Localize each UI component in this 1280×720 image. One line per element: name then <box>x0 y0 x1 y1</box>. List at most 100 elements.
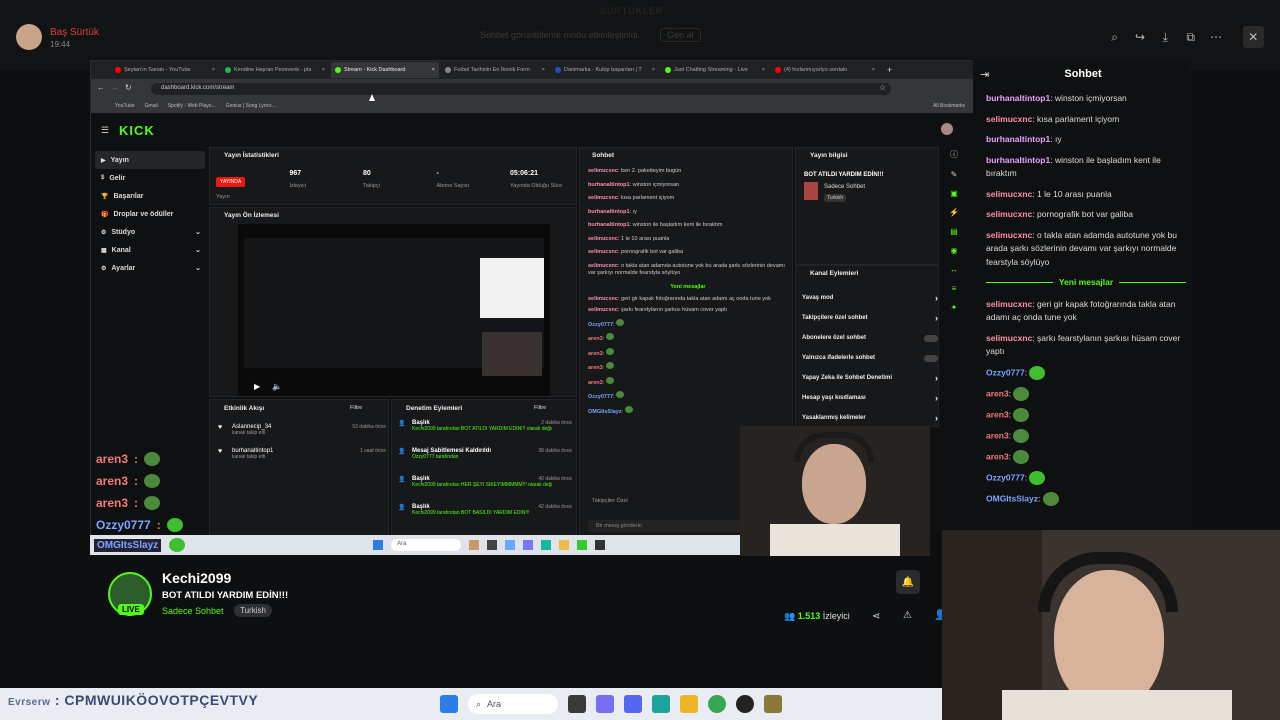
discord-icon[interactable] <box>624 695 642 713</box>
chat-username[interactable]: aren3 <box>588 365 603 371</box>
zoom-icon[interactable]: ⌕ <box>1104 26 1125 48</box>
stream-category[interactable]: Sadece Sohbet <box>162 606 224 616</box>
mini-app-icon[interactable] <box>559 540 570 550</box>
url-input[interactable]: dashboard.kick.com/stream <box>151 83 891 95</box>
chat-username[interactable]: burhanaltintop1 <box>986 155 1050 165</box>
tab-close-icon[interactable]: × <box>212 67 215 73</box>
chat-username[interactable]: selimucxnc <box>986 333 1032 343</box>
chat-username[interactable]: aren3 <box>986 430 1009 440</box>
tab-close-icon[interactable]: × <box>542 67 545 73</box>
profile-avatar[interactable] <box>941 123 953 135</box>
channel-action-item[interactable]: Abonelere özel sohbet <box>802 328 938 348</box>
download-icon[interactable]: ⤓ <box>1155 26 1176 48</box>
chat-username[interactable]: burhanaltintop1 <box>588 222 630 228</box>
nav-item[interactable]: 🏆 Başarılar <box>95 187 205 205</box>
share-icon[interactable]: ↪ <box>1129 26 1150 48</box>
open-external-icon[interactable]: ⧉ <box>1180 26 1201 48</box>
mini-app-icon[interactable] <box>469 540 480 550</box>
chat-username[interactable]: OMGItsSlayz <box>986 493 1038 503</box>
share-stream-icon[interactable]: ⋖ <box>872 611 880 622</box>
nav-item[interactable]: ⚙ Stüdyo ⌄ <box>95 223 205 241</box>
stream-preview-video[interactable]: ▶ 🔈 <box>238 224 550 396</box>
close-icon[interactable]: ✕ <box>1242 26 1264 48</box>
chat-username[interactable]: aren3 <box>986 409 1009 419</box>
tab-close-icon[interactable]: × <box>322 67 325 73</box>
tab-close-icon[interactable]: × <box>762 67 765 73</box>
chat-username[interactable]: aren3 <box>588 351 603 357</box>
toggle-switch[interactable] <box>924 354 938 362</box>
chat-username[interactable]: burhanaltintop1 <box>588 182 630 188</box>
wrench-icon[interactable]: ✦ <box>951 303 958 312</box>
chat-username[interactable]: selimucxnc <box>588 195 618 201</box>
task-view-icon[interactable] <box>568 695 586 713</box>
chat-username[interactable]: aren3 <box>986 451 1009 461</box>
chat-username[interactable]: selimucxnc <box>588 249 618 255</box>
mini-search-box[interactable]: Ara <box>391 539 462 551</box>
play-icon[interactable]: ▶ <box>254 382 260 391</box>
kick-logo[interactable]: KICK <box>119 123 155 138</box>
bookmark-item[interactable]: YouTube <box>115 103 135 109</box>
browser-tab[interactable]: Kendine Hayran Pezevenk - pla × <box>221 62 329 78</box>
resize-icon[interactable]: ↔ <box>950 265 958 274</box>
tab-close-icon[interactable]: × <box>872 67 875 73</box>
stream-language-tag[interactable]: Turkish <box>234 604 272 617</box>
mini-app-icon[interactable] <box>487 540 498 550</box>
browser-tab[interactable]: Şeytan'ın Sanatı - YouTube × <box>111 62 219 78</box>
browser-tab[interactable]: Danimarka - Kulüp başarıları | T × <box>551 62 659 78</box>
chat-bubble-icon[interactable]: ◉ <box>951 246 958 255</box>
report-icon[interactable]: ⚠ <box>903 610 912 621</box>
browser-tab[interactable]: Futbol Tarihinin En İkonik Form × <box>441 62 549 78</box>
chat-username[interactable]: selimucxnc <box>986 189 1032 199</box>
chat-username[interactable]: aren3 <box>588 380 603 386</box>
chrome-icon[interactable] <box>708 695 726 713</box>
sender-name[interactable]: Baş Sürtük <box>50 27 99 38</box>
browser-tab[interactable]: (4) hızlanmıyorlyo sordakı × <box>771 62 879 78</box>
info-icon[interactable]: ⓘ <box>950 149 958 160</box>
more-icon[interactable]: ⋯ <box>1205 26 1226 48</box>
nav-item[interactable]: ▶ Yayın <box>95 151 205 169</box>
bookmark-star-icon[interactable]: ☆ <box>879 83 886 92</box>
tab-close-icon[interactable]: × <box>652 67 655 73</box>
volume-icon[interactable]: 🔈 <box>272 382 282 391</box>
edit-icon[interactable]: ✎ <box>951 170 958 179</box>
channel-action-item[interactable]: Takipçilere özel sohbet › <box>802 308 938 328</box>
chat-username[interactable]: Ozzy0777 <box>588 394 613 400</box>
chat-username[interactable]: aren3 <box>986 388 1009 398</box>
mini-app-icon[interactable] <box>577 540 588 550</box>
channel-action-item[interactable]: Hesap yaşı kısıtlaması › <box>802 388 938 408</box>
chat-username[interactable]: selimucxnc <box>986 209 1032 219</box>
back-icon[interactable]: ← <box>97 83 105 92</box>
obs-icon[interactable] <box>736 695 754 713</box>
chat-username[interactable]: selimucxnc <box>588 263 618 269</box>
hamburger-icon[interactable]: ☰ <box>101 125 109 136</box>
chat-username[interactable]: selimucxnc <box>588 296 618 302</box>
edge-icon[interactable] <box>652 695 670 713</box>
nav-item[interactable]: ▦ Kanal ⌄ <box>95 241 205 259</box>
taskbar-search[interactable]: ⌕ Ara <box>468 694 558 714</box>
chat-username[interactable]: selimucxnc <box>588 307 618 313</box>
nav-item[interactable]: $ Gelir <box>95 169 205 187</box>
list-icon[interactable]: ≡ <box>952 284 957 293</box>
nav-item[interactable]: ⚙ Ayarlar ⌄ <box>95 259 205 277</box>
channel-action-item[interactable]: Yasaklanmış kelimeler › <box>802 408 938 428</box>
new-tab-icon[interactable]: + <box>887 65 892 75</box>
doc-icon[interactable]: ▤ <box>950 227 958 236</box>
toggle-switch[interactable] <box>924 334 938 342</box>
chat-username[interactable]: selimucxnc <box>588 168 618 174</box>
mini-app-icon[interactable] <box>595 540 606 550</box>
copilot-icon[interactable] <box>596 695 614 713</box>
bookmark-item[interactable]: Genius | Song Lyrics... <box>226 103 276 109</box>
all-bookmarks[interactable]: All Bookmarks <box>933 103 973 109</box>
chat-username[interactable]: OMGItsSlayz <box>588 409 622 415</box>
activity-filter-button[interactable]: Filtre <box>350 405 362 411</box>
mini-app-icon[interactable] <box>505 540 516 550</box>
nav-item[interactable]: 🎁 Droplar ve ödüller <box>95 205 205 223</box>
notification-bell-button[interactable]: 🔔 <box>896 570 920 594</box>
chat-username[interactable]: Ozzy0777 <box>986 367 1025 377</box>
mini-app-icon[interactable] <box>523 540 534 550</box>
notice-undo-button[interactable]: Geri al <box>660 28 701 42</box>
chat-username[interactable]: Ozzy0777 <box>588 322 613 328</box>
tab-close-icon[interactable]: × <box>432 67 435 73</box>
chat-username[interactable]: burhanaltintop1 <box>986 134 1050 144</box>
chat-username[interactable]: selimucxnc <box>588 236 618 242</box>
